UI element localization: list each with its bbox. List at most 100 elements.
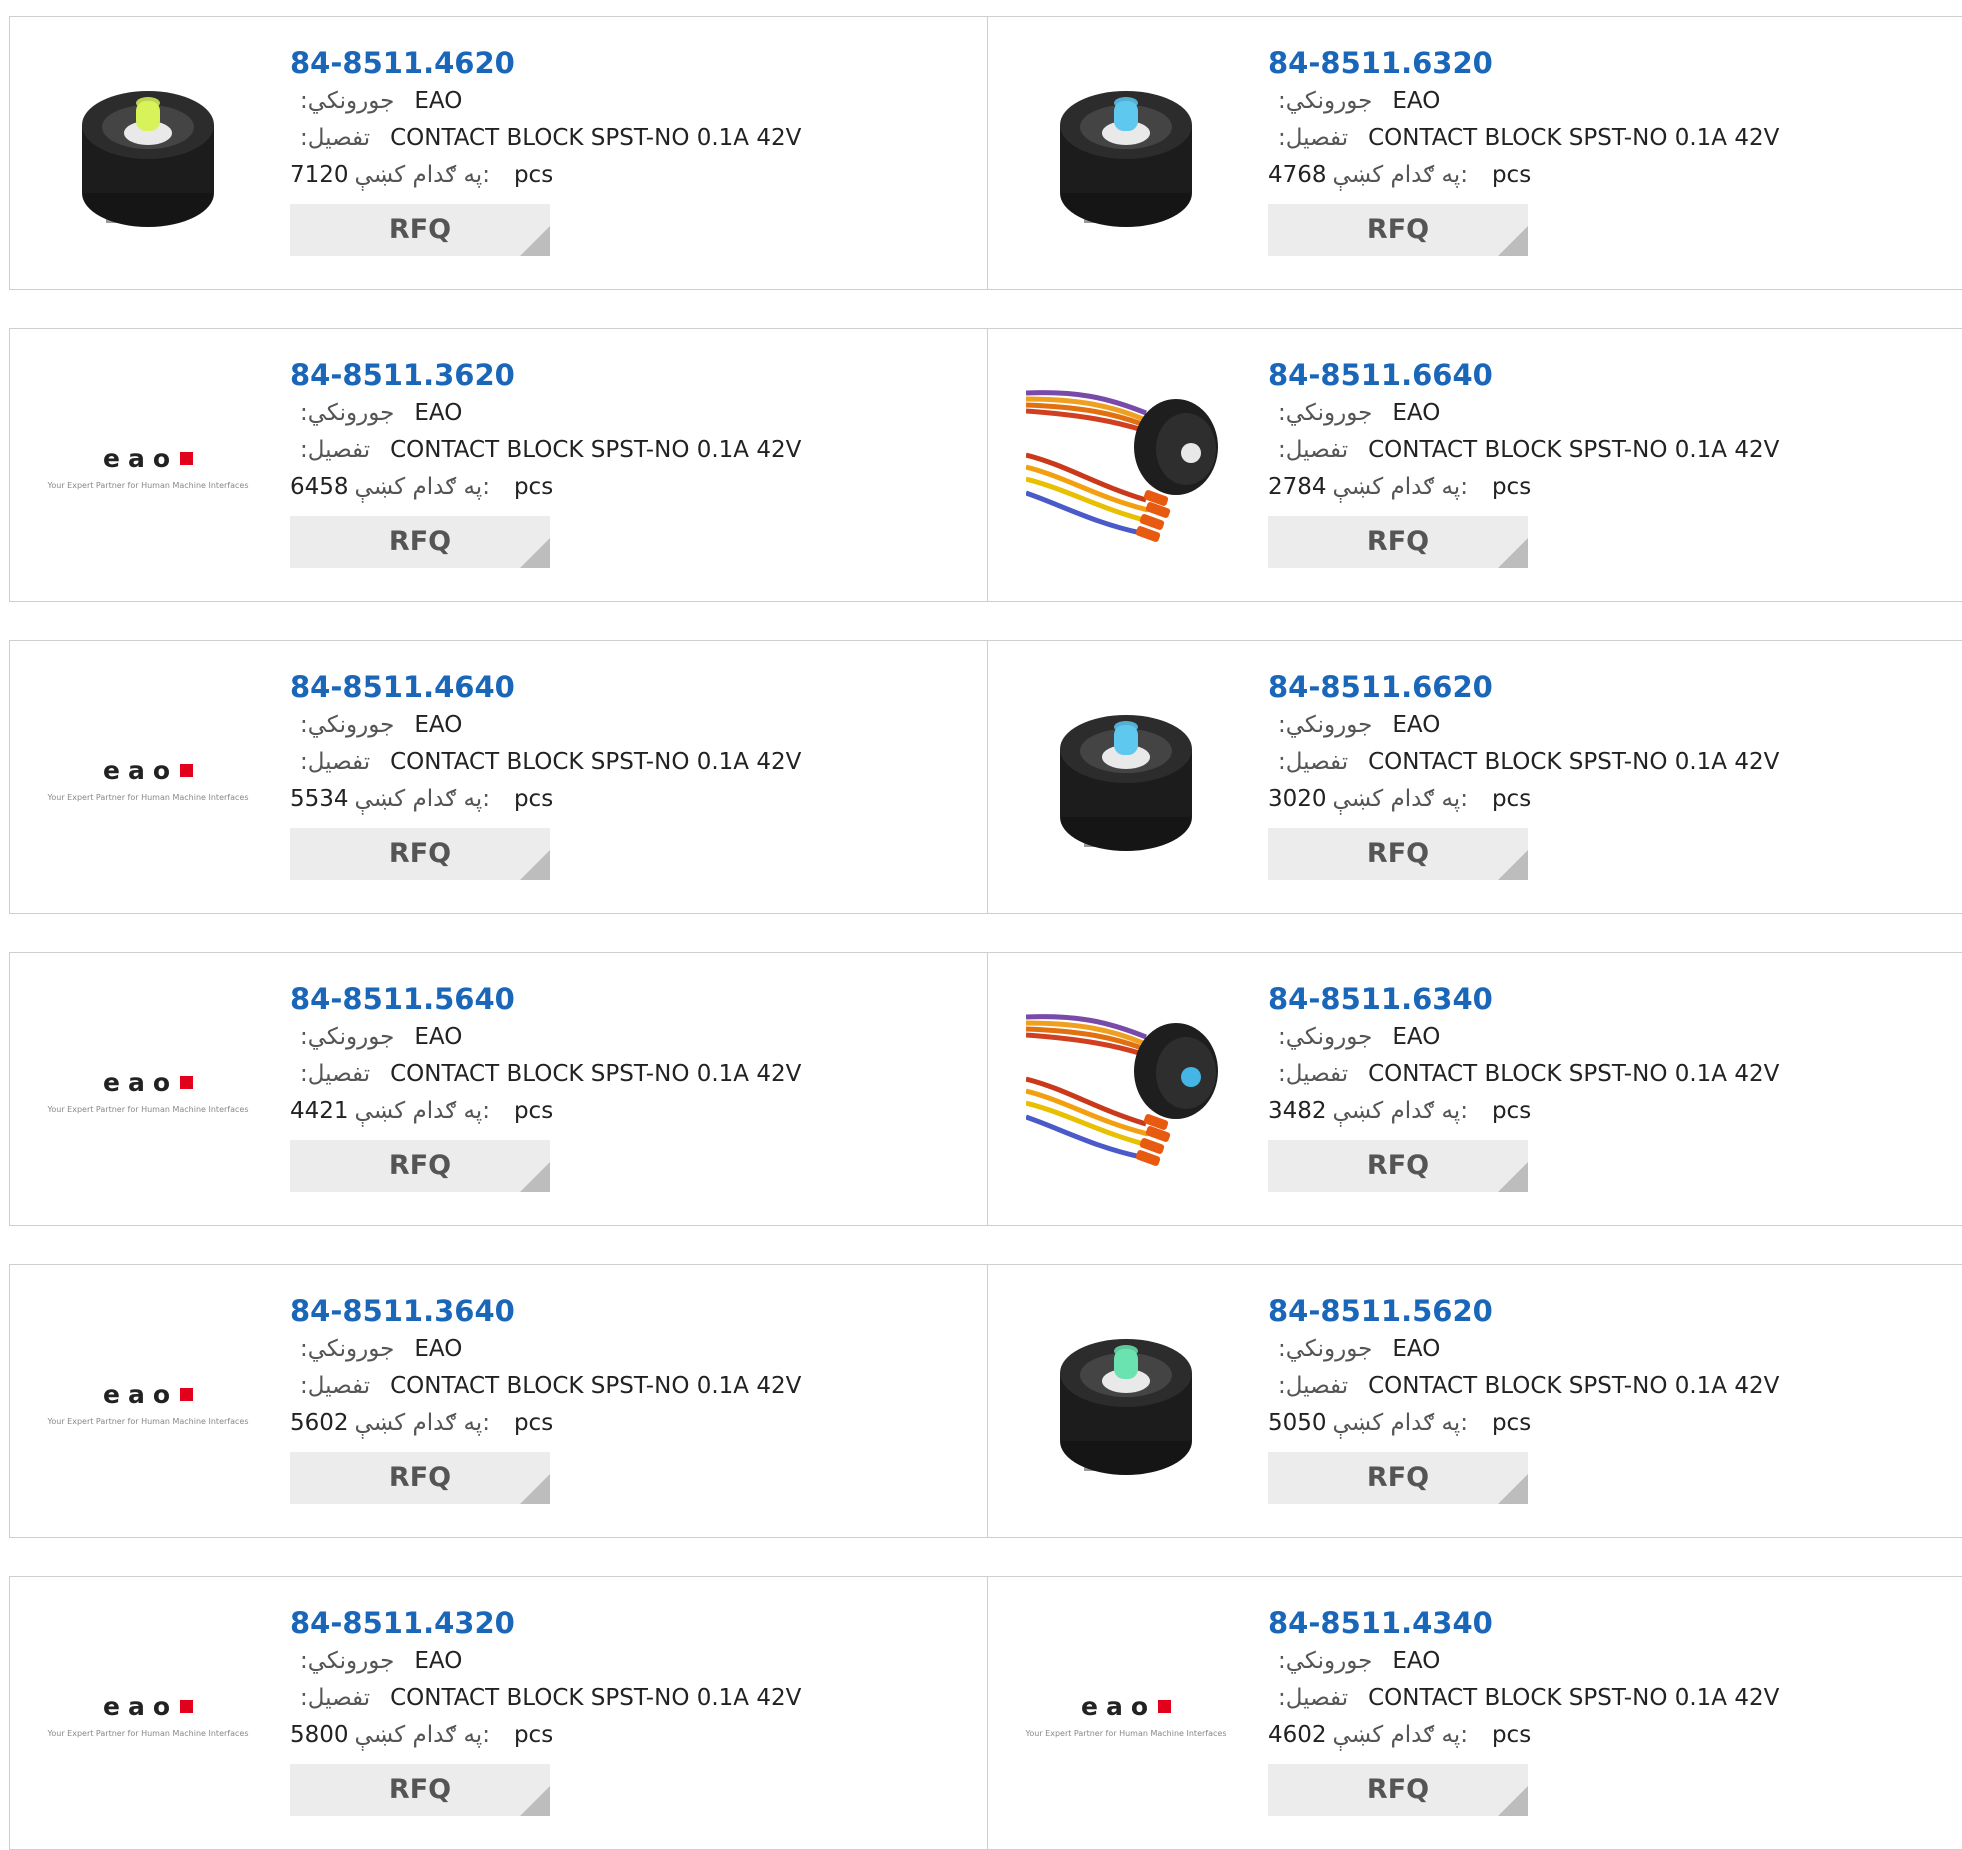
product-info: 84-8511.6340 :جورونکي EAO :تفصیل CONTACT B… <box>1268 981 1928 1192</box>
stock-value: 5602 <box>290 1410 349 1436</box>
eao-logo: eao Your Expert Partner for Human Machin… <box>48 1692 249 1738</box>
description-label: :تفصیل <box>1278 749 1349 775</box>
manufacturer-label: :جورونکي <box>300 712 395 738</box>
product-thumbnail[interactable]: eao Your Expert Partner for Human Machin… <box>48 1303 249 1503</box>
logo-square <box>180 764 194 777</box>
description-value: CONTACT BLOCK SPST-NO 0.1A 42V <box>1368 1373 1780 1399</box>
description-value: CONTACT BLOCK SPST-NO 0.1A 42V <box>390 125 802 151</box>
product-card: 84-8511.6340 :جورونکي EAO :تفصیل CONTACT B… <box>987 952 1962 1226</box>
description-label: :تفصیل <box>1278 1373 1349 1399</box>
product-thumbnail[interactable]: eao Your Expert Partner for Human Machin… <box>48 991 249 1191</box>
part-number-link[interactable]: 84-8511.5620 <box>1268 1293 1928 1331</box>
rfq-corner-decoration <box>1498 538 1528 568</box>
logo-word: eao <box>103 1692 179 1721</box>
product-thumbnail[interactable] <box>1026 1303 1226 1503</box>
manufacturer-value: EAO <box>414 400 463 426</box>
part-number-link[interactable]: 84-8511.4340 <box>1268 1605 1928 1643</box>
logo-tagline: Your Expert Partner for Human Machine In… <box>47 1729 249 1738</box>
product-thumbnail[interactable]: eao Your Expert Partner for Human Machin… <box>48 1615 249 1815</box>
description-label: :تفصیل <box>300 437 371 463</box>
rfq-button[interactable]: RFQ <box>1268 828 1528 880</box>
description-value: CONTACT BLOCK SPST-NO 0.1A 42V <box>1368 1061 1780 1087</box>
stock-row: 5050 په ګدام کښې: pcs <box>1268 1405 1928 1442</box>
rfq-button[interactable]: RFQ <box>290 516 550 568</box>
part-number-link[interactable]: 84-8511.6320 <box>1268 45 1928 83</box>
product-card: eao Your Expert Partner for Human Machin… <box>9 1264 988 1538</box>
rfq-corner-decoration <box>1498 1786 1528 1816</box>
manufacturer-value: EAO <box>1392 400 1441 426</box>
rfq-button[interactable]: RFQ <box>1268 1452 1528 1504</box>
description-row: :تفصیل CONTACT BLOCK SPST-NO 0.1A 42V <box>290 120 950 157</box>
stock-label: په ګدام کښې: <box>1332 474 1468 500</box>
rfq-label: RFQ <box>1366 214 1430 245</box>
contact-block-green-led-image[interactable] <box>1026 1301 1226 1505</box>
description-label: :تفصیل <box>300 125 371 151</box>
product-info: 84-8511.3640 :جورونکي EAO :تفصیل CONTACT B… <box>290 1293 950 1504</box>
product-thumbnail[interactable]: eao Your Expert Partner for Human Machin… <box>48 367 249 567</box>
part-number-link[interactable]: 84-8511.4640 <box>290 669 950 707</box>
stock-label: په ګدام کښې: <box>1332 1410 1468 1436</box>
rfq-corner-decoration <box>1498 1474 1528 1504</box>
logo-square <box>1158 1700 1172 1713</box>
stock-label: په ګدام کښې: <box>354 474 490 500</box>
rfq-button[interactable]: RFQ <box>290 1140 550 1192</box>
description-label: :تفصیل <box>1278 1061 1349 1087</box>
manufacturer-label: :جورونکي <box>1278 88 1373 114</box>
stock-row: 5800 په ګدام کښې: pcs <box>290 1717 950 1754</box>
product-info: 84-8511.4620 :جورونکي EAO :تفصیل CONTACT B… <box>290 45 950 256</box>
product-thumbnail[interactable] <box>1026 679 1226 879</box>
part-number-link[interactable]: 84-8511.6620 <box>1268 669 1928 707</box>
rfq-button[interactable]: RFQ <box>290 828 550 880</box>
logo-square <box>180 1700 194 1713</box>
rfq-button[interactable]: RFQ <box>1268 1764 1528 1816</box>
description-value: CONTACT BLOCK SPST-NO 0.1A 42V <box>1368 1685 1780 1711</box>
logo-square <box>180 452 194 465</box>
rfq-button[interactable]: RFQ <box>1268 204 1528 256</box>
description-row: :تفصیل CONTACT BLOCK SPST-NO 0.1A 42V <box>1268 744 1928 781</box>
rfq-button[interactable]: RFQ <box>1268 516 1528 568</box>
manufacturer-value: EAO <box>414 88 463 114</box>
part-number-link[interactable]: 84-8511.3620 <box>290 357 950 395</box>
stock-value: 3482 <box>1268 1098 1327 1124</box>
product-grid: 84-8511.4620 :جورونکي EAO :تفصیل CONTACT B… <box>0 0 1962 1850</box>
rfq-button[interactable]: RFQ <box>1268 1140 1528 1192</box>
product-thumbnail[interactable] <box>1026 55 1226 255</box>
manufacturer-value: EAO <box>1392 1648 1441 1674</box>
product-thumbnail[interactable] <box>1025 365 1226 569</box>
manufacturer-label: :جورونکي <box>1278 712 1373 738</box>
contact-block-wired-blue-image[interactable] <box>1025 989 1226 1193</box>
part-number-link[interactable]: 84-8511.6640 <box>1268 357 1928 395</box>
contact-block-blue-led-image[interactable] <box>1026 53 1226 257</box>
eao-logo: eao Your Expert Partner for Human Machin… <box>48 1380 249 1426</box>
product-thumbnail[interactable]: eao Your Expert Partner for Human Machin… <box>48 679 249 879</box>
contact-block-yellow-green-led-image[interactable] <box>48 53 248 257</box>
part-number-link[interactable]: 84-8511.4620 <box>290 45 950 83</box>
description-row: :تفصیل CONTACT BLOCK SPST-NO 0.1A 42V <box>290 1056 950 1093</box>
rfq-corner-decoration <box>520 1786 550 1816</box>
description-value: CONTACT BLOCK SPST-NO 0.1A 42V <box>390 437 802 463</box>
manufacturer-label: :جورونکي <box>1278 1336 1373 1362</box>
part-number-link[interactable]: 84-8511.4320 <box>290 1605 950 1643</box>
manufacturer-value: EAO <box>414 1648 463 1674</box>
contact-block-blue-led-image[interactable] <box>1026 677 1226 881</box>
rfq-button[interactable]: RFQ <box>290 1452 550 1504</box>
manufacturer-value: EAO <box>1392 1024 1441 1050</box>
rfq-corner-decoration <box>1498 1162 1528 1192</box>
rfq-button[interactable]: RFQ <box>290 204 550 256</box>
part-number-link[interactable]: 84-8511.3640 <box>290 1293 950 1331</box>
product-thumbnail[interactable] <box>48 55 248 255</box>
logo-square <box>180 1388 194 1401</box>
rfq-button[interactable]: RFQ <box>290 1764 550 1816</box>
description-row: :تفصیل CONTACT BLOCK SPST-NO 0.1A 42V <box>1268 432 1928 469</box>
part-number-link[interactable]: 84-8511.6340 <box>1268 981 1928 1019</box>
stock-row: 5534 په ګدام کښې: pcs <box>290 781 950 818</box>
product-thumbnail[interactable]: eao Your Expert Partner for Human Machin… <box>1026 1615 1227 1815</box>
description-row: :تفصیل CONTACT BLOCK SPST-NO 0.1A 42V <box>1268 1056 1928 1093</box>
contact-block-wired-image[interactable] <box>1025 365 1226 569</box>
stock-label: په ګدام کښې: <box>354 1722 490 1748</box>
manufacturer-row: :جورونکي EAO <box>290 707 950 744</box>
part-number-link[interactable]: 84-8511.5640 <box>290 981 950 1019</box>
product-thumbnail[interactable] <box>1025 989 1226 1193</box>
stock-value: 4768 <box>1268 162 1327 188</box>
stock-row: 4602 په ګدام کښې: pcs <box>1268 1717 1928 1754</box>
